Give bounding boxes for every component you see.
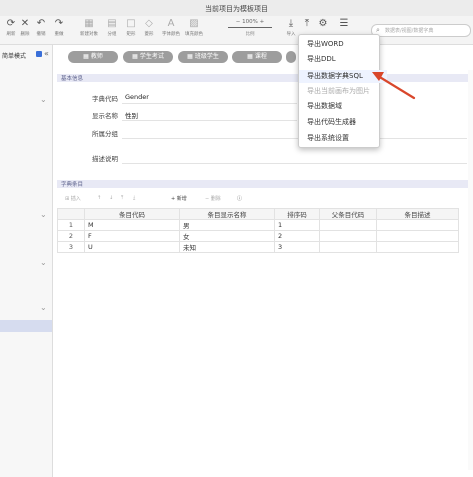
table-header-row: 条目代码 条目显示名称 排序码 父条目代码 条目描述 [57, 208, 459, 220]
annotation-arrow [372, 72, 416, 100]
column-header[interactable]: 条目描述 [376, 208, 459, 220]
move-top-icon[interactable]: ⤒ [121, 195, 123, 201]
settings-button[interactable]: ⚙ [312, 18, 334, 29]
menu-item-export-settings[interactable]: 导出系统设置 [299, 132, 387, 145]
menu-item-export-codegen[interactable]: 导出代码生成器 [299, 116, 387, 129]
redo-icon: ↷ [54, 18, 64, 29]
fill-color-button[interactable]: ▨ 填充颜色 [183, 18, 205, 37]
font-color-icon: A [167, 18, 175, 29]
simple-mode-label: 简单模式 [2, 53, 27, 60]
table-icon: ▦ [83, 53, 89, 60]
gear-icon: ⚙ [318, 18, 328, 29]
display-name-field[interactable]: 性别 [125, 110, 138, 120]
info-icon[interactable]: ⓘ [237, 195, 242, 202]
fill-color-icon: ▨ [189, 18, 199, 29]
field-label: 所属分组 [92, 130, 118, 138]
move-down-icon[interactable]: ↓ [109, 195, 113, 201]
export-menu: 导出WORD 导出DDL 导出数据字典SQL 导出当前画布为图片 导出数据域 导… [298, 34, 387, 148]
tab-course[interactable]: ▦ 课程 [232, 51, 282, 63]
chevron-down-icon[interactable]: ⌄ [40, 258, 47, 267]
table-icon: ▦ [84, 18, 94, 29]
zoom-label: 比例 [245, 32, 255, 37]
window-title: 当前项目为模板项目 [205, 5, 268, 13]
column-header[interactable]: 条目显示名称 [179, 208, 275, 220]
tab-more[interactable] [286, 51, 296, 63]
chevron-down-icon[interactable]: ⌄ [40, 95, 47, 104]
database-icon: ☰ [339, 18, 349, 29]
database-button[interactable]: ☰ [333, 18, 355, 29]
table-icon: ▦ [187, 53, 193, 60]
font-color-button[interactable]: A 字体颜色 [160, 18, 182, 37]
vertical-scrollbar[interactable] [468, 70, 473, 470]
grid-toolbar: ⊞ 插入 ↑ ↓ ⤒ ⤓ + 新增 − 删除 ⓘ [57, 193, 473, 205]
zoom-value: 100% [242, 19, 258, 25]
sidebar-selected-item[interactable] [0, 320, 52, 332]
search-placeholder: 数据表/视图/数据字典 [385, 28, 434, 34]
menu-item-export-word[interactable]: 导出WORD [299, 38, 387, 51]
tab-student-exam[interactable]: ▦ 学生考试 [123, 51, 173, 63]
table-icon: ▦ [247, 53, 253, 60]
redo-button[interactable]: ↷ 重做 [48, 18, 70, 37]
title-bar: 当前项目为模板项目 [0, 0, 473, 17]
search-input[interactable]: ⌕ 数据表/视图/数据字典 [371, 24, 471, 37]
table-row[interactable]: 3 U 未知 3 [57, 241, 459, 253]
field-label: 描述说明 [92, 155, 118, 163]
zoom-plus[interactable]: + [260, 19, 265, 25]
collapse-icon[interactable]: « [44, 49, 49, 58]
move-bottom-icon[interactable]: ⤓ [133, 195, 135, 201]
insert-row-button[interactable]: ⊞ 插入 [65, 195, 81, 202]
dict-items-table: 条目代码 条目显示名称 排序码 父条目代码 条目描述 1 M 男 1 2 F 女… [57, 208, 459, 253]
zoom-minus[interactable]: − [236, 19, 241, 25]
table-row[interactable]: 2 F 女 2 [57, 230, 459, 242]
diamond-button[interactable]: ◇ 菱形 [138, 18, 160, 37]
delete-row-button[interactable]: − 删除 [205, 195, 221, 202]
field-label: 字典代码 [92, 95, 118, 103]
diamond-icon: ◇ [145, 18, 153, 29]
new-object-button[interactable]: ▦ 新建对象 [78, 18, 100, 37]
add-row-button[interactable]: + 新增 [171, 195, 187, 202]
sidebar: 简单模式 « ⌄ ⌄ ⌄ ⌄ [0, 45, 53, 477]
zoom-slider[interactable] [228, 27, 272, 28]
simple-mode-checkbox[interactable] [36, 51, 42, 57]
dict-items-header: 字典条目 [57, 180, 473, 188]
column-header[interactable]: 父条目代码 [319, 208, 377, 220]
column-header[interactable]: 条目代码 [84, 208, 180, 220]
zoom-control[interactable]: − 100% + 比例 [226, 19, 274, 37]
field-label: 显示名称 [92, 112, 118, 120]
tab-class-student[interactable]: ▦ 班级学生 [178, 51, 228, 63]
table-row[interactable]: 1 M 男 1 [57, 219, 459, 231]
chevron-down-icon[interactable]: ⌄ [40, 303, 47, 312]
table-icon: ▦ [132, 53, 138, 60]
dict-code-field[interactable]: Gender [125, 93, 149, 101]
chevron-down-icon[interactable]: ⌄ [40, 210, 47, 219]
move-up-icon[interactable]: ↑ [97, 195, 101, 201]
column-header[interactable]: 排序码 [274, 208, 320, 220]
tab-teacher[interactable]: ▦ 教师 [68, 51, 118, 63]
